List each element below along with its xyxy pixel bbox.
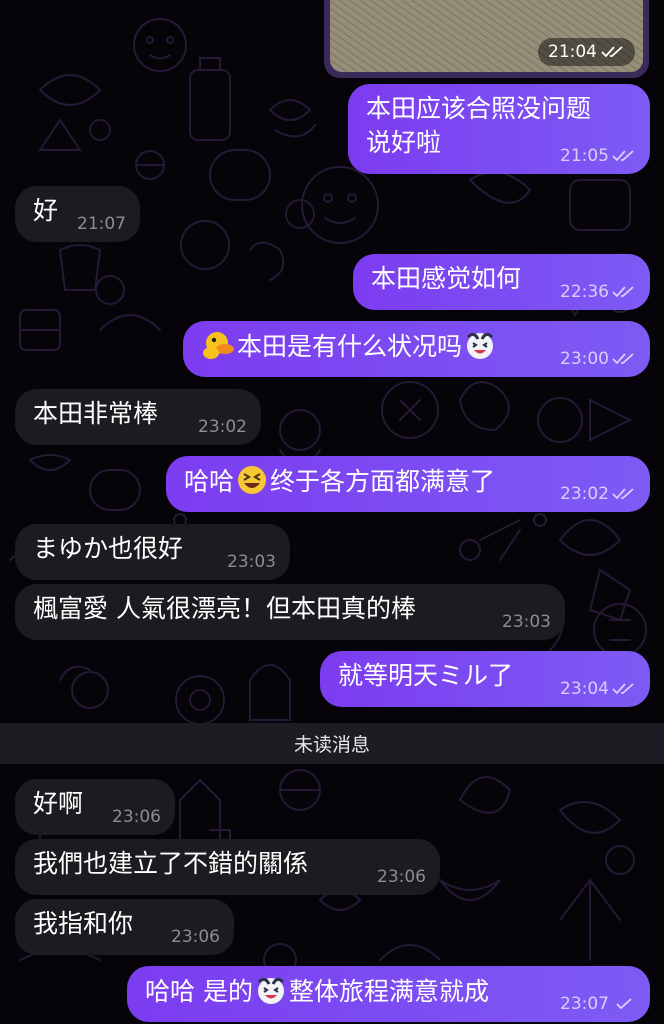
message-meta: 23:03 bbox=[227, 552, 276, 572]
photo-timestamp: 21:04 bbox=[538, 38, 635, 66]
message-text-end: 整体旅程满意就成 bbox=[288, 977, 489, 1006]
incoming-message[interactable]: まゆか也很好 23:03 bbox=[15, 524, 290, 580]
outgoing-message[interactable]: 哈哈 终于各方面都满意了 23:02 bbox=[166, 456, 650, 512]
photo-message[interactable]: 21:04 bbox=[324, 0, 649, 78]
message-meta: 23:02 bbox=[198, 417, 247, 437]
unread-messages-divider: 未读消息 bbox=[0, 723, 664, 764]
laughing-face-emoji-icon bbox=[466, 332, 494, 359]
outgoing-message[interactable]: 哈哈 是的 整体旅程满意就成 23:07 bbox=[127, 966, 650, 1022]
message-text: 好啊 bbox=[33, 789, 84, 818]
message-meta: 22:36 bbox=[560, 282, 636, 302]
incoming-message[interactable]: 本田非常棒 23:02 bbox=[15, 389, 261, 445]
message-meta: 23:07 bbox=[560, 994, 636, 1014]
message-text: 我們也建立了不錯的關係 bbox=[33, 849, 309, 878]
message-time: 23:06 bbox=[171, 927, 220, 947]
message-text: 本田是有什么状况吗 bbox=[237, 332, 463, 361]
message-time: 23:03 bbox=[227, 552, 276, 572]
message-meta: 21:05 bbox=[560, 146, 636, 166]
incoming-message[interactable]: 好啊 23:06 bbox=[15, 779, 175, 835]
double-check-icon bbox=[612, 353, 634, 365]
message-text: 就等明天ミル了 bbox=[338, 661, 514, 690]
message-time: 23:07 bbox=[560, 994, 609, 1014]
unread-divider-label: 未读消息 bbox=[293, 734, 370, 756]
message-text: 我指和你 bbox=[33, 909, 134, 938]
message-meta: 23:02 bbox=[560, 484, 636, 504]
incoming-message[interactable]: 我指和你 23:06 bbox=[15, 899, 234, 955]
message-time: 21:05 bbox=[560, 146, 609, 166]
message-time: 23:02 bbox=[560, 484, 609, 504]
double-check-icon bbox=[612, 683, 634, 695]
message-time: 23:00 bbox=[560, 349, 609, 369]
message-text: 本田非常棒 bbox=[33, 399, 159, 428]
photo-time-label: 21:04 bbox=[548, 42, 597, 62]
message-text: 本田感觉如何 bbox=[371, 264, 522, 293]
double-check-icon bbox=[612, 286, 634, 298]
message-time: 23:06 bbox=[377, 867, 426, 887]
message-time: 21:07 bbox=[77, 214, 126, 234]
message-time: 23:04 bbox=[560, 679, 609, 699]
message-text-start: 哈哈 bbox=[184, 467, 235, 496]
message-meta: 23:03 bbox=[502, 612, 551, 632]
double-check-icon bbox=[612, 150, 634, 162]
outgoing-message[interactable]: 本田感觉如何 22:36 bbox=[353, 254, 650, 310]
message-time: 23:06 bbox=[112, 807, 161, 827]
message-meta: 23:06 bbox=[112, 807, 161, 827]
message-text: 楓富愛 人氣很漂亮！但本田真的棒 bbox=[33, 594, 416, 623]
message-text-start: 哈哈 是的 bbox=[145, 977, 253, 1006]
message-meta: 23:06 bbox=[171, 927, 220, 947]
message-time: 23:03 bbox=[502, 612, 551, 632]
message-text-line: 本田应该合照没问题 bbox=[366, 94, 592, 123]
outgoing-message[interactable]: 本田是有什么状况吗 23:00 bbox=[183, 321, 650, 377]
message-time: 23:02 bbox=[198, 417, 247, 437]
double-check-icon bbox=[612, 488, 634, 500]
double-check-icon bbox=[601, 46, 623, 58]
incoming-message[interactable]: 楓富愛 人氣很漂亮！但本田真的棒 23:03 bbox=[15, 584, 565, 640]
laughing-face-emoji-icon bbox=[257, 977, 285, 1004]
message-text: 好 bbox=[33, 196, 59, 225]
grinning-squinting-face-emoji-icon bbox=[238, 466, 267, 494]
incoming-message[interactable]: 我們也建立了不錯的關係 23:06 bbox=[15, 839, 440, 895]
message-meta: 23:00 bbox=[560, 349, 636, 369]
message-meta: 23:06 bbox=[377, 867, 426, 887]
incoming-message[interactable]: 好 21:07 bbox=[15, 186, 140, 242]
message-meta: 23:04 bbox=[560, 679, 636, 699]
outgoing-message[interactable]: 本田应该合照没问题 说好啦 21:05 bbox=[348, 84, 650, 174]
single-check-icon bbox=[616, 998, 632, 1010]
message-text-end: 终于各方面都满意了 bbox=[270, 467, 496, 496]
outgoing-message[interactable]: 就等明天ミル了 23:04 bbox=[320, 651, 650, 707]
message-meta: 21:07 bbox=[77, 214, 126, 234]
duck-emoji-icon bbox=[203, 332, 234, 359]
message-time: 22:36 bbox=[560, 282, 609, 302]
message-text: まゆか也很好 bbox=[33, 534, 184, 563]
